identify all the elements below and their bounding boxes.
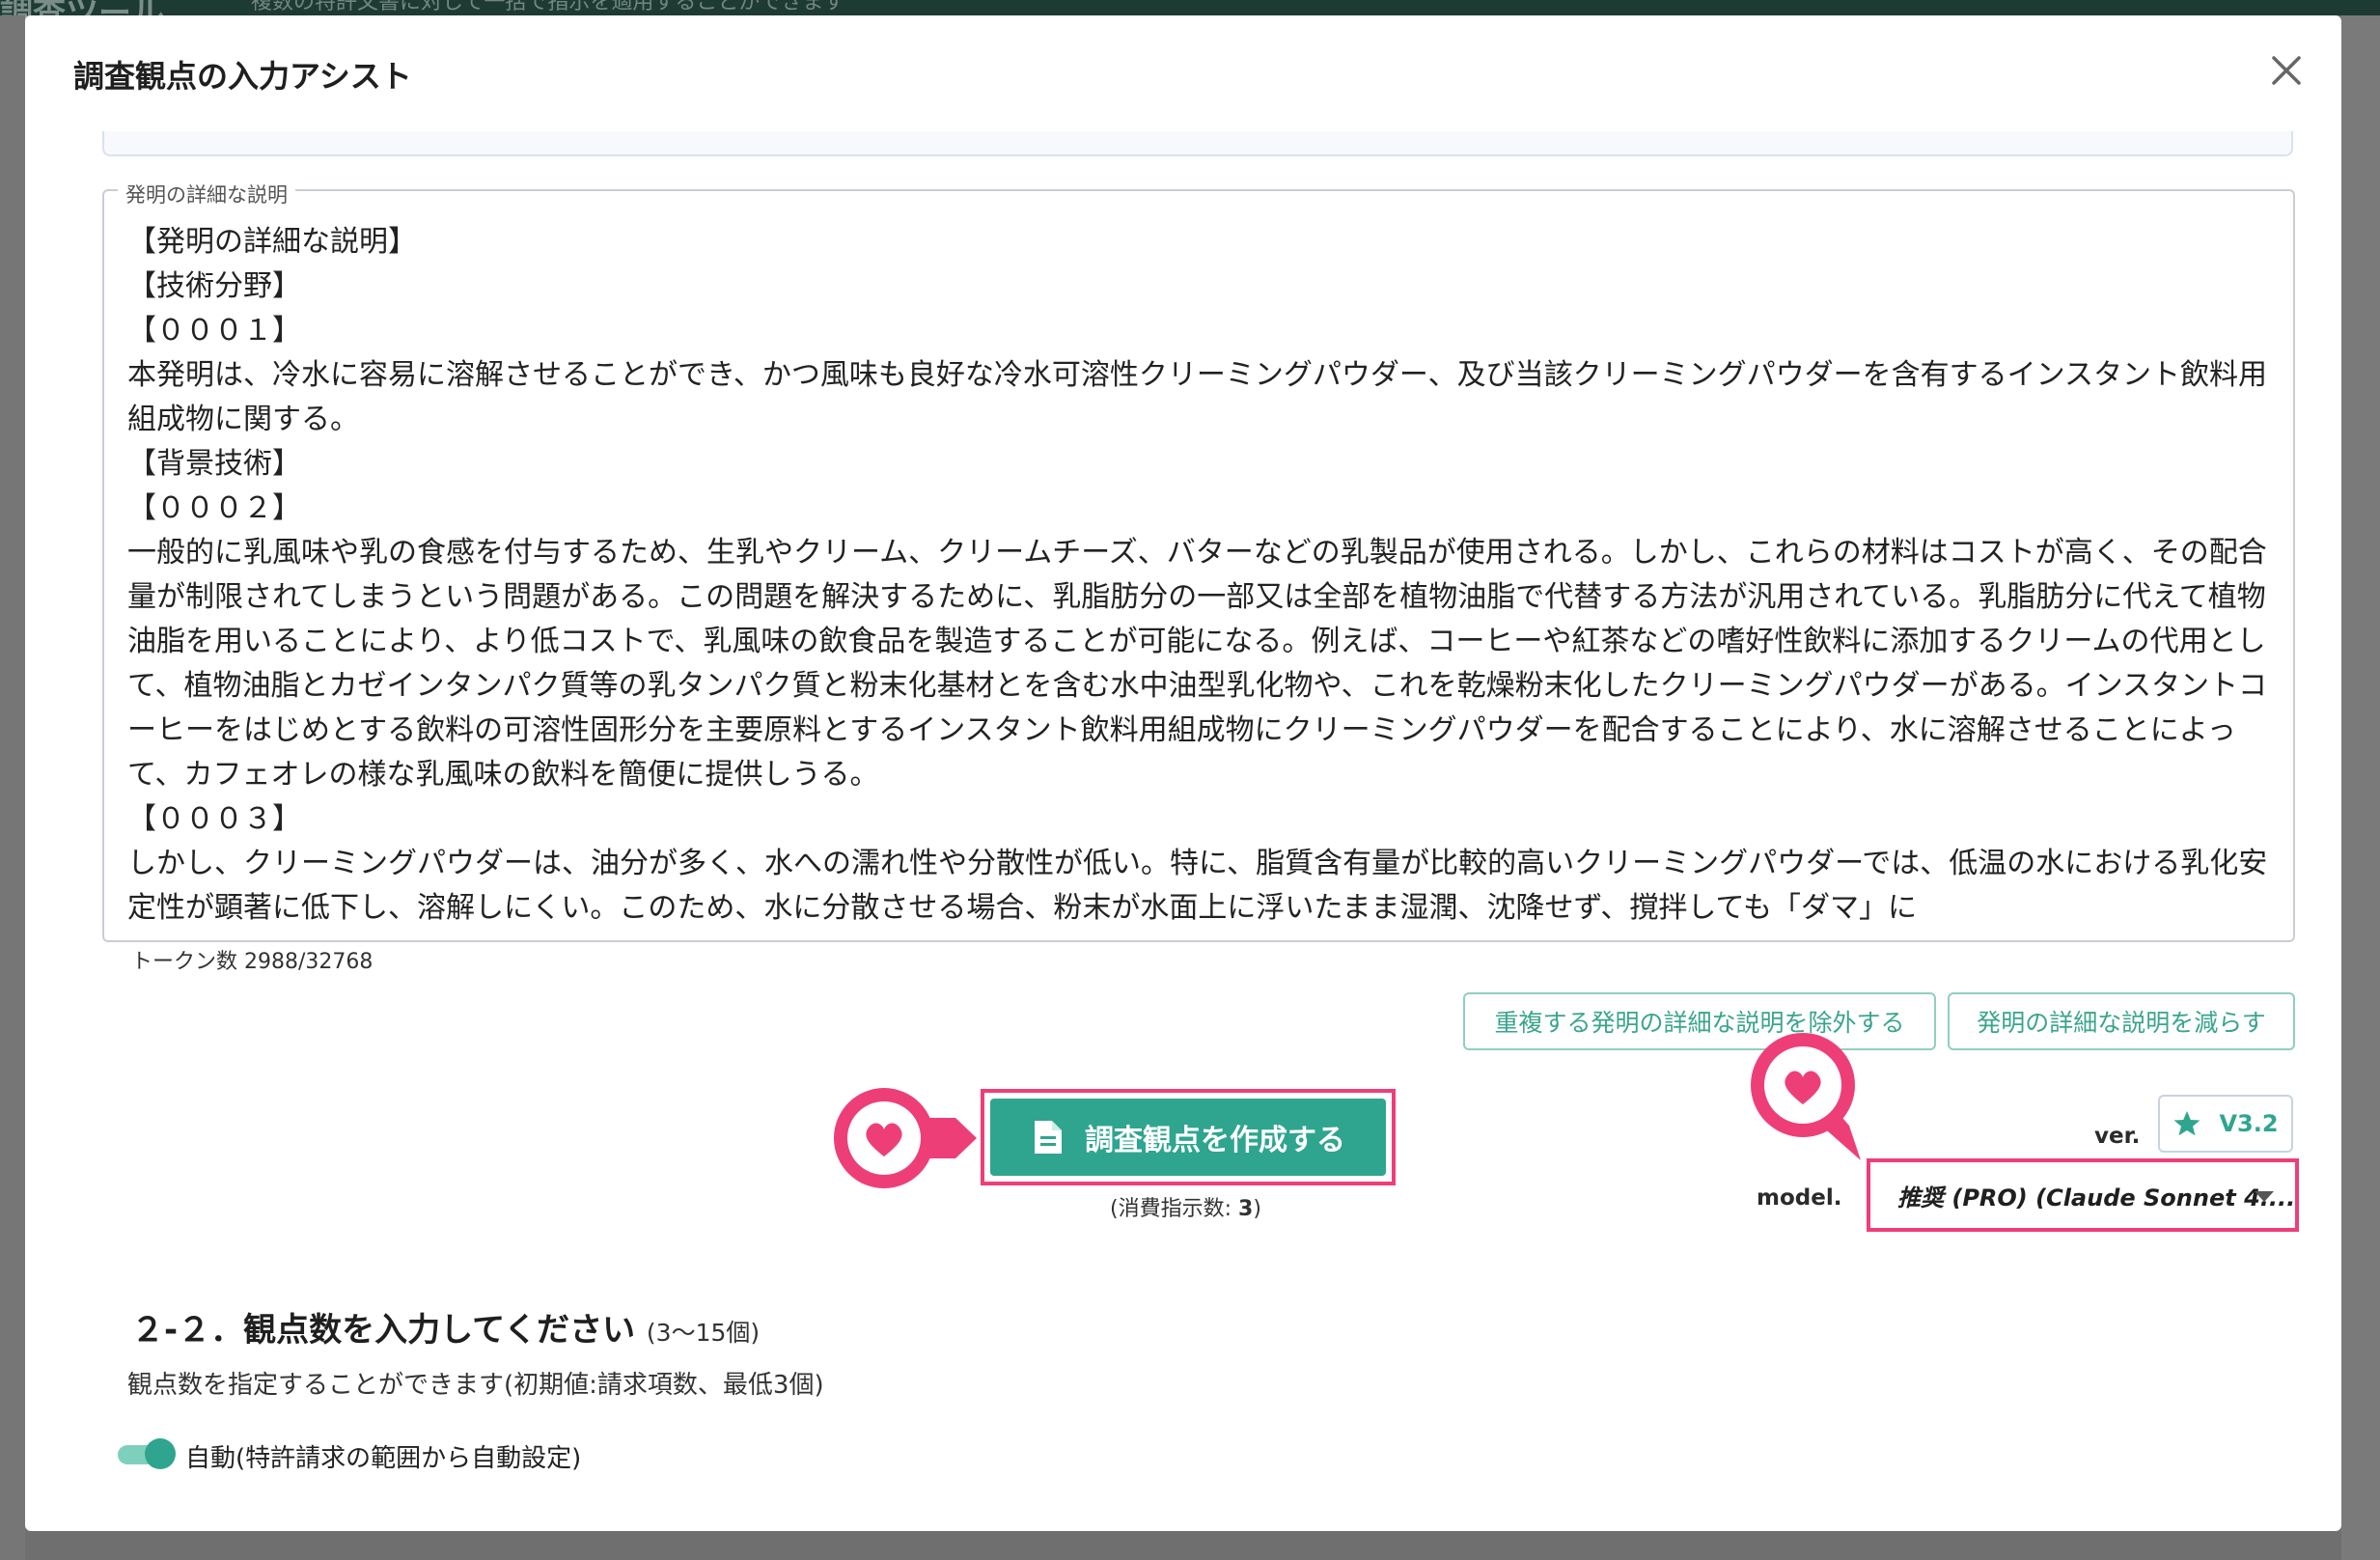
model-select-highlight: 推奨 (PRO) (Claude Sonnet 4.... <box>1867 1158 2299 1232</box>
modal-dialog: 調査観点の入力アシスト 発明の詳細な説明 【発明の詳細な説明】 【技術分野】 【… <box>25 15 2341 1531</box>
description-line: 本発明は、冷水に容易に溶解させることができ、かつ風味も良好な冷水可溶性クリーミン… <box>127 358 2267 436</box>
background-left <box>0 15 25 1560</box>
create-button-highlight: 調査観点を作成する <box>981 1089 1396 1185</box>
reduce-description-button[interactable]: 発明の詳細な説明を減らす <box>1948 992 2295 1050</box>
description-line: しかし、クリーミングパウダーは、油分が多く、水への濡れ性や分散性が低い。特に、脂… <box>127 847 2268 925</box>
heart-marker-icon <box>834 1088 977 1188</box>
background-right <box>2341 15 2380 1560</box>
auto-toggle[interactable] <box>118 1438 176 1469</box>
consume-prefix: (消費指示数: <box>1110 1197 1238 1221</box>
star-icon <box>2173 1111 2200 1136</box>
document-icon <box>1035 1121 1062 1154</box>
create-button-label: 調査観点を作成する <box>1085 1124 1345 1157</box>
heart-marker-icon <box>1751 1033 1861 1160</box>
version-label: ver. <box>2094 1124 2141 1149</box>
toggle-knob <box>145 1438 176 1469</box>
description-line: 【技術分野】 <box>127 269 301 303</box>
description-textarea[interactable]: 発明の詳細な説明 【発明の詳細な説明】 【技術分野】 【０００１】 本発明は、冷… <box>102 180 2295 942</box>
consume-suffix: ) <box>1253 1197 1261 1221</box>
model-label: model. <box>1757 1185 1842 1211</box>
version-value: V3.2 <box>2219 1110 2279 1137</box>
description-legend: 発明の詳細な説明 <box>118 180 295 209</box>
description-content[interactable]: 【発明の詳細な説明】 【技術分野】 【０００１】 本発明は、冷水に容易に溶解させ… <box>127 220 2280 936</box>
description-line: 【発明の詳細な説明】 <box>127 225 417 259</box>
consume-count: (消費指示数: 3) <box>1110 1191 1261 1222</box>
section-range: (3〜15個) <box>646 1319 761 1347</box>
previous-field-bottom <box>102 131 2293 156</box>
description-line: 【０００３】 <box>127 802 301 836</box>
auto-toggle-label: 自動(特許請求の範囲から自動設定) <box>185 1444 582 1473</box>
section-title-text: ２-２．観点数を入力してください <box>131 1311 636 1350</box>
description-line: 一般的に乳風味や乳の食感を付与するため、生乳やクリーム、クリームチーズ、バターな… <box>127 536 2267 792</box>
create-perspective-button[interactable]: 調査観点を作成する <box>990 1099 1386 1176</box>
model-selected-value: 推奨 (PRO) (Claude Sonnet 4.... <box>1897 1184 2296 1212</box>
version-button[interactable]: V3.2 <box>2158 1095 2293 1153</box>
chevron-down-icon <box>2255 1191 2274 1202</box>
description-line: 【背景技術】 <box>127 447 301 481</box>
model-select[interactable]: 推奨 (PRO) (Claude Sonnet 4.... <box>1874 1166 2295 1224</box>
background-header: 調査ツール 複数の特許文書に対して一括で指示を適用することができます <box>0 0 2380 33</box>
description-line: 【０００２】 <box>127 491 301 525</box>
description-line: 【０００１】 <box>127 314 301 348</box>
section-description: 観点数を指定することができます(初期値:請求項数、最低3個) <box>127 1371 824 1400</box>
consume-number: 3 <box>1238 1197 1254 1221</box>
close-icon <box>2272 56 2301 85</box>
close-button[interactable] <box>2264 48 2309 93</box>
background-note: 複数の特許文書に対して一括で指示を適用することができます <box>251 0 845 14</box>
modal-title: 調査観点の入力アシスト <box>73 58 412 95</box>
section-title: ２-２．観点数を入力してください (3〜15個) <box>131 1303 760 1351</box>
token-count: トークン数 2988/32768 <box>131 950 374 974</box>
